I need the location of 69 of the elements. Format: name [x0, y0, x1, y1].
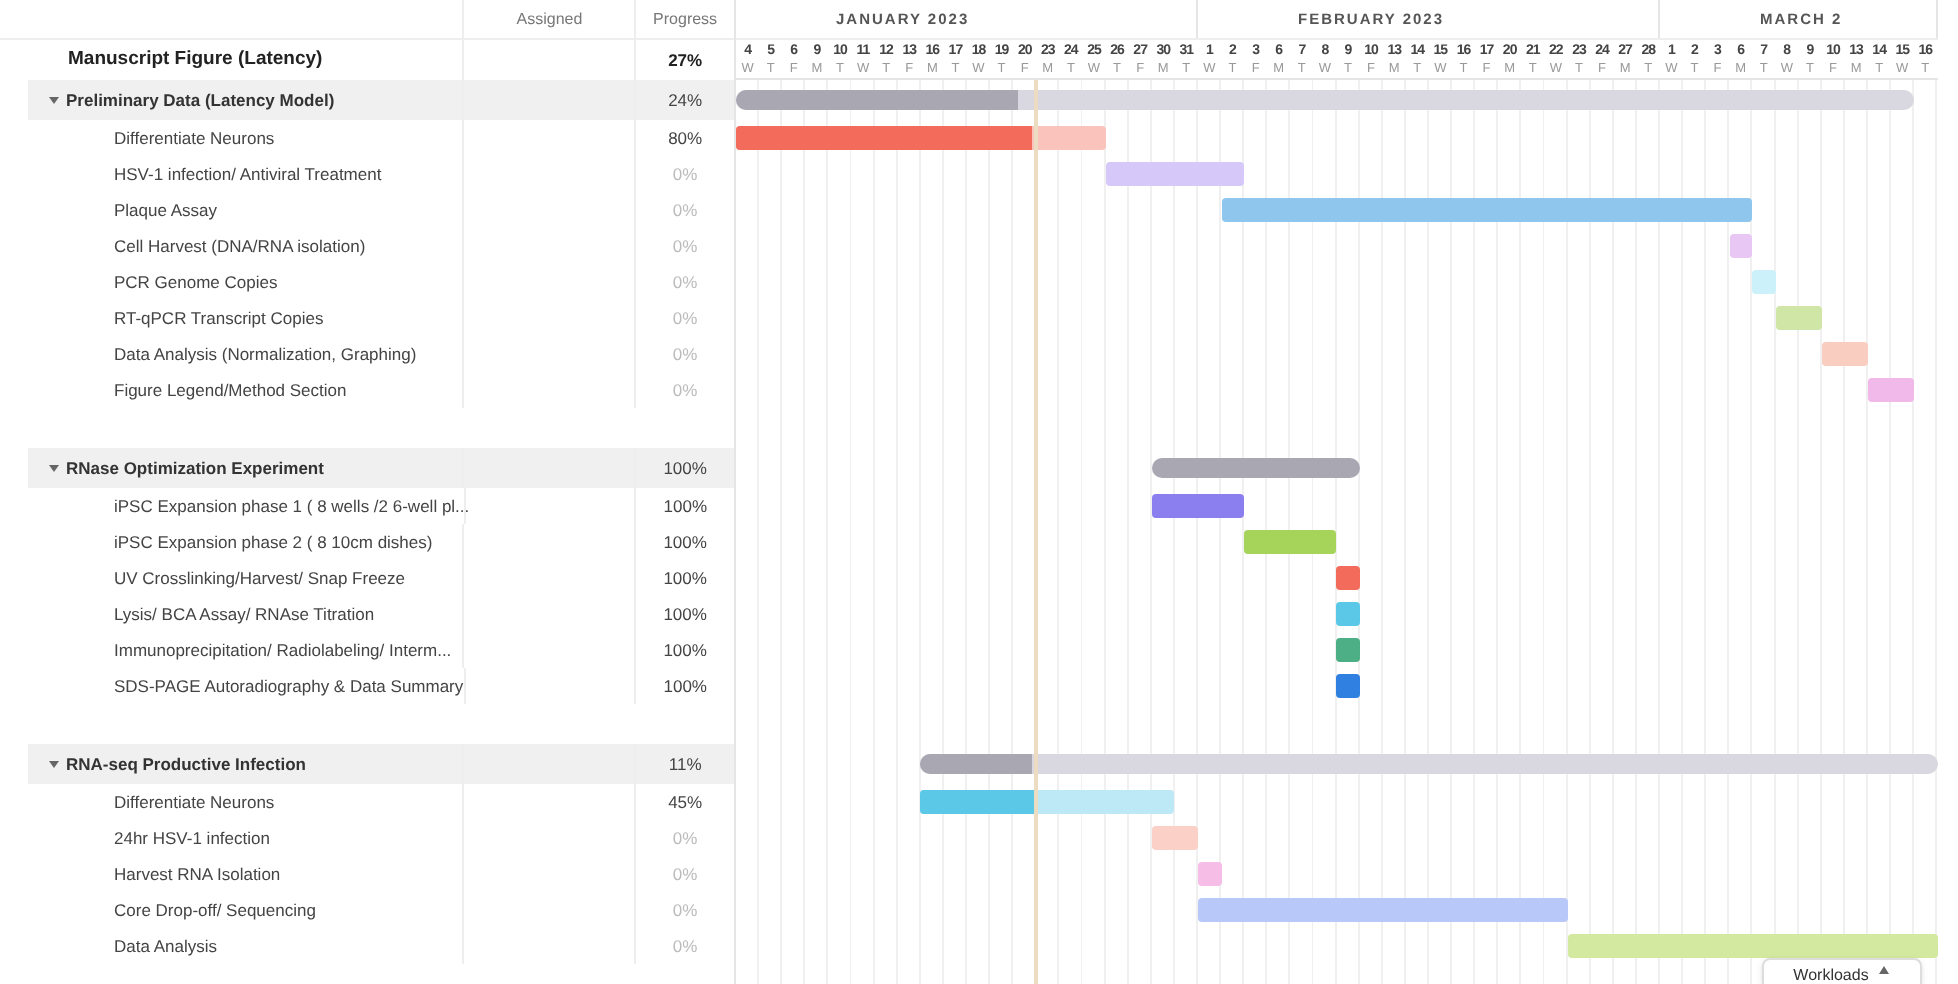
progress-value: 80% [668, 125, 703, 151]
progress-value: 27% [668, 47, 703, 73]
task-name: 24hr HSV-1 infection [114, 825, 270, 851]
caret-icon[interactable] [48, 94, 60, 106]
task-bar[interactable] [1151, 826, 1198, 850]
progress-value: 100% [663, 637, 707, 663]
column-header: Progress [653, 7, 718, 31]
workloads-button[interactable]: Workloads [1762, 958, 1922, 984]
task-bar[interactable] [920, 790, 1175, 814]
summary-bar[interactable] [736, 90, 1915, 110]
progress-value: 0% [672, 825, 698, 851]
task-name: Data Analysis (Normalization, Graphing) [114, 341, 417, 367]
task-name: Cell Harvest (DNA/RNA isolation) [114, 233, 366, 259]
progress-value: 0% [672, 269, 698, 295]
task-name: Differentiate Neurons [114, 789, 275, 815]
progress-value: 0% [672, 933, 698, 959]
group-name: RNase Optimization Experiment [66, 455, 324, 481]
progress-value: 100% [663, 673, 707, 699]
progress-value: 100% [663, 493, 708, 519]
progress-value: 0% [672, 341, 698, 367]
task-bar[interactable] [1821, 342, 1868, 366]
progress-value: 0% [672, 233, 698, 259]
task-name: Figure Legend/Method Section [114, 377, 347, 403]
progress-value: 100% [663, 455, 707, 481]
task-bar[interactable] [1336, 638, 1360, 662]
task-name: Data Analysis [114, 933, 217, 959]
task-name: PCR Genome Copies [114, 269, 278, 295]
column-header: Assigned [516, 7, 583, 31]
progress-value: 0% [672, 377, 698, 403]
progress-value: 0% [672, 197, 698, 223]
task-bar[interactable] [1775, 306, 1822, 330]
progress-value: 100% [663, 529, 707, 555]
task-name: Plaque Assay [114, 197, 218, 223]
caret-icon[interactable] [48, 462, 60, 474]
group-name: Preliminary Data (Latency Model) [66, 87, 335, 113]
summary-bar[interactable] [1151, 458, 1360, 478]
task-bar[interactable] [1336, 566, 1360, 590]
progress-value: 0% [672, 305, 698, 331]
progress-value: 11% [668, 751, 702, 777]
caret-icon[interactable] [48, 758, 60, 770]
task-name: Immunoprecipitation/ Radiolabeling/ Interm... [114, 637, 452, 663]
task-bar[interactable] [736, 126, 1106, 150]
progress-value: 0% [672, 161, 698, 187]
task-name: iPSC Expansion phase 1 ( 8 wells /2 6-well pl... [114, 493, 470, 519]
group-name: RNA-seq Productive Infection [66, 751, 306, 777]
summary-bar[interactable] [920, 754, 1938, 774]
task-bar[interactable] [1336, 602, 1360, 626]
task-name: RT-qPCR Transcript Copies [114, 305, 324, 331]
task-name: Lysis/ BCA Assay/ RNAse Titration [114, 601, 375, 627]
progress-value: 100% [663, 565, 707, 591]
task-name: iPSC Expansion phase 2 ( 8 10cm dishes) [114, 529, 433, 555]
task-name: Harvest RNA Isolation [114, 861, 281, 887]
task-name: UV Crosslinking/Harvest/ Snap Freeze [114, 565, 406, 591]
caret-icon[interactable] [1878, 964, 1891, 976]
task-name: SDS-PAGE Autoradiography & Data Summary [114, 673, 464, 699]
progress-value: 0% [672, 861, 698, 887]
task-name: Differentiate Neurons [114, 125, 275, 151]
progress-value: 100% [663, 601, 707, 627]
task-bar[interactable] [1729, 234, 1753, 258]
progress-value: 45% [668, 789, 703, 815]
task-bar[interactable] [1151, 494, 1245, 518]
task-name: Core Drop-off/ Sequencing [114, 897, 316, 923]
task-name: HSV-1 infection/ Antiviral Treatment [114, 161, 382, 187]
progress-value: 24% [668, 87, 703, 113]
project-name: Manuscript Figure (Latency) [68, 45, 323, 74]
task-bar[interactable] [1198, 862, 1222, 886]
task-bar[interactable] [1336, 674, 1360, 698]
task-bar[interactable] [1867, 378, 1915, 402]
progress-value: 0% [672, 897, 698, 923]
